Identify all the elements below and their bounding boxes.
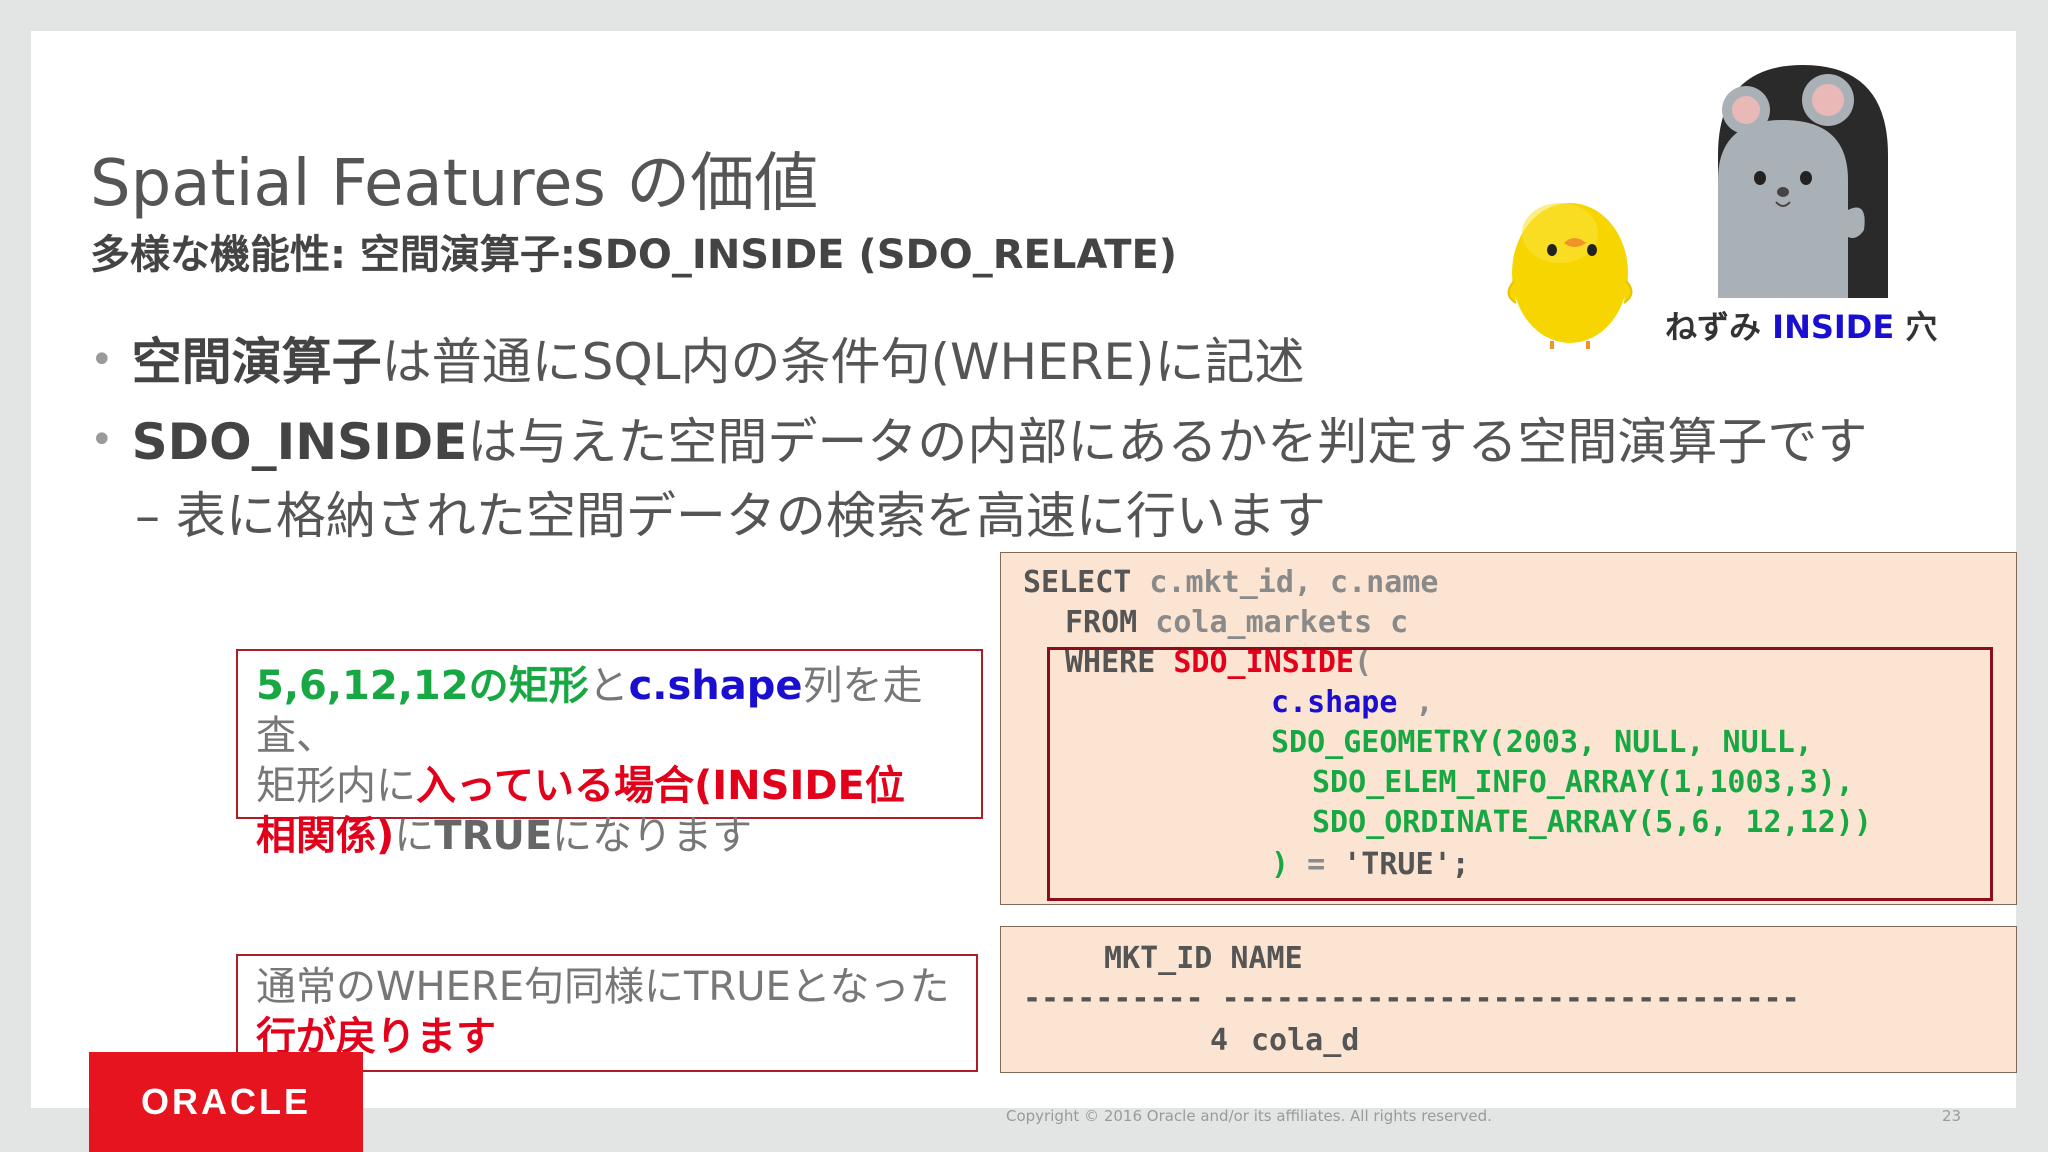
- code-select-args: c.mkt_id, c.name: [1131, 565, 1439, 600]
- callout1-inside-case: 入っている場合(INSIDE位: [416, 763, 905, 809]
- bullet-item-1: • 空間演算子は普通にSQL内の条件句(WHERE)に記述: [90, 322, 1305, 394]
- chick-illustration-icon: [1507, 203, 1633, 349]
- mouse-in-hole-illustration-icon: [1718, 65, 1888, 298]
- callout1-and: と: [588, 663, 629, 709]
- where-clause-highlight-frame: [1047, 647, 1993, 901]
- result-row-id: 4: [1210, 1023, 1229, 1058]
- caption-mouse: ねずみ: [1665, 308, 1762, 346]
- copyright-notice: Copyright © 2016 Oracle and/or its affil…: [1006, 1107, 1492, 1125]
- sub-bullet-item: – 表に格納された空間データの検索を高速に行います: [135, 487, 1326, 545]
- bullet-item-2: • SDO_INSIDEは与えた空間データの内部にあるかを判定する空間演算子です: [90, 402, 1867, 474]
- page-title: Spatial Features の価値: [90, 147, 819, 221]
- callout1-inside-rect: 矩形内に: [256, 763, 416, 809]
- illustration-caption: ねずみ INSIDE 穴: [1665, 302, 1937, 348]
- caption-inside: INSIDE: [1772, 308, 1895, 346]
- result-row-name: cola_d: [1251, 1023, 1360, 1058]
- bullet-1-bold: 空間演算子: [131, 333, 382, 391]
- code-from-args: cola_markets c: [1137, 605, 1409, 640]
- callout1-becomes: になります: [552, 813, 753, 859]
- bullet-dot-icon: •: [90, 337, 114, 383]
- bullet-dot-icon: •: [90, 417, 114, 463]
- callout1-rectangle: 5,6,12,12の矩形: [256, 663, 589, 709]
- page-subtitle: 多様な機能性: 空間演算子:SDO_INSIDE (SDO_RELATE): [90, 232, 1178, 278]
- result-header: MKT_ID NAME: [1104, 941, 1303, 976]
- code-from: FROM: [1065, 605, 1138, 640]
- inside-explanation-callout: 5,6,12,12の矩形とc.shape列を走査、 矩形内に入っている場合(IN…: [236, 649, 983, 859]
- result-divider: ---------- -----------------------------…: [1023, 981, 1800, 1016]
- page-number: 23: [1942, 1107, 1962, 1125]
- code-select: SELECT: [1023, 565, 1132, 600]
- bullet-2-text: は与えた空間データの内部にあるかを判定する空間演算子です: [467, 413, 1868, 471]
- oracle-logo-text: ORACLE: [141, 1081, 311, 1122]
- callout1-c-shape: c.shape: [628, 663, 803, 709]
- bullet-1-text: は普通にSQL内の条件句(WHERE)に記述: [381, 333, 1305, 391]
- caption-hole: 穴: [1905, 308, 1938, 346]
- sql-result-block: MKT_ID NAME ---------- -----------------…: [1000, 926, 2017, 1073]
- callout1-ni: に: [394, 813, 435, 859]
- oracle-logo: ORACLE: [89, 1052, 363, 1152]
- callout2-text: 通常のWHERE句同様にTRUEとなった: [256, 964, 950, 1010]
- callout1-true: TRUE: [434, 813, 553, 859]
- callout1-relation: 相関係): [256, 813, 395, 859]
- bullet-2-bold: SDO_INSIDE: [131, 413, 468, 471]
